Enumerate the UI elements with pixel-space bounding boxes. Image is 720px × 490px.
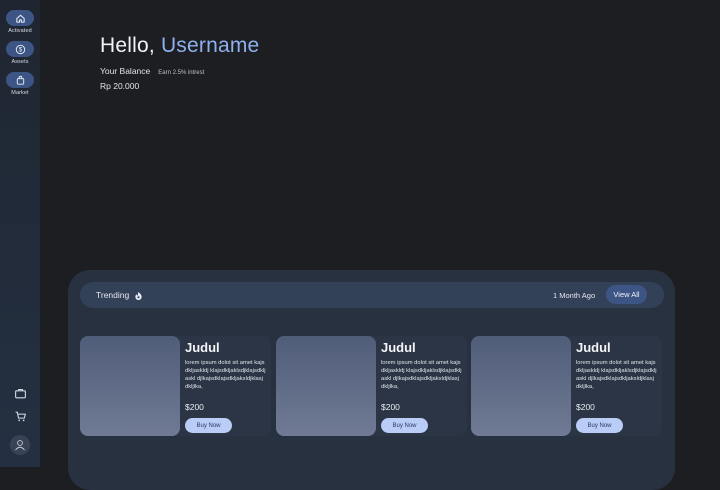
sidebar-item-activated[interactable]: Activated (0, 10, 40, 34)
sidebar-item-label: Assets (11, 59, 29, 65)
balance-row: Your Balance Earn 2.5% intrest (100, 66, 204, 76)
home-icon (6, 10, 34, 26)
trending-title: Trending (96, 290, 143, 300)
avatar[interactable] (10, 435, 30, 455)
product-price: $200 (185, 402, 204, 412)
greeting-text: Hello, (100, 34, 155, 57)
balance-label: Your Balance (100, 66, 151, 76)
username: Username (160, 34, 260, 57)
product-image (471, 336, 571, 436)
interest-text: Earn 2.5% intrest (158, 70, 205, 76)
product-card[interactable]: Judul lorem ipsum dolot sit amet kajsdkl… (80, 336, 271, 436)
buy-now-button[interactable]: Buy Now (576, 418, 623, 433)
product-description: lorem ipsum dolot sit amet kajsdkljaskld… (185, 360, 266, 390)
svg-text:$: $ (18, 47, 22, 53)
product-title: Judul (381, 340, 416, 355)
balance-amount: Rp 20.000 (100, 81, 140, 91)
buy-now-button[interactable]: Buy Now (381, 418, 428, 433)
buy-now-button[interactable]: Buy Now (185, 418, 232, 433)
sidebar: Activated $ Assets Market (0, 0, 40, 467)
product-title: Judul (185, 340, 220, 355)
product-image (276, 336, 376, 436)
briefcase-icon[interactable] (12, 385, 28, 401)
product-card[interactable]: Judul lorem ipsum dolot sit amet kajsdkl… (276, 336, 467, 436)
sidebar-item-label: Market (11, 90, 29, 96)
sidebar-item-market[interactable]: Market (0, 72, 40, 96)
product-price: $200 (381, 402, 400, 412)
view-all-button[interactable]: View All (606, 285, 647, 304)
shopping-bag-icon (6, 72, 34, 88)
product-price: $200 (576, 402, 595, 412)
trending-label: Trending (96, 290, 130, 300)
trending-time: 1 Month Ago (553, 291, 596, 300)
fire-icon (135, 291, 142, 300)
cart-icon[interactable] (12, 408, 28, 424)
greeting-title: Hello, Username (100, 34, 259, 58)
dollar-icon: $ (6, 41, 34, 57)
sidebar-item-assets[interactable]: $ Assets (0, 41, 40, 65)
product-description: lorem ipsum dolot sit amet kajsdkljaskld… (381, 360, 462, 390)
product-image (80, 336, 180, 436)
product-title: Judul (576, 340, 611, 355)
product-card[interactable]: Judul lorem ipsum dolot sit amet kajsdkl… (471, 336, 662, 436)
product-description: lorem ipsum dolot sit amet kajsdkljaskld… (576, 360, 657, 390)
sidebar-item-label: Activated (8, 28, 32, 34)
